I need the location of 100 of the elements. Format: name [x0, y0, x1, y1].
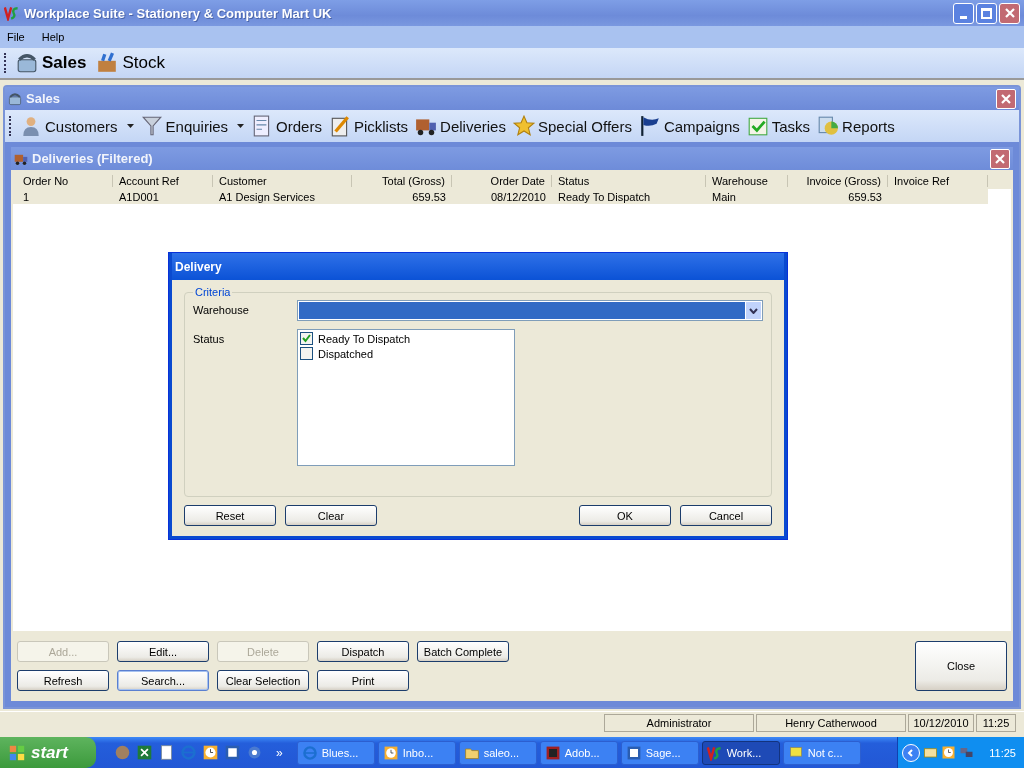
chart-icon [817, 115, 840, 137]
taskbar-button[interactable]: Work... [701, 740, 780, 765]
module-tab[interactable]: Sales [14, 52, 89, 74]
clock: 11:25 [989, 746, 1016, 759]
restore-button[interactable] [976, 2, 997, 24]
checkbox-label[interactable]: Dispatched [318, 347, 374, 360]
dialog-button[interactable]: Reset [184, 505, 276, 526]
panel-title: Sales [26, 91, 61, 106]
globe-icon [301, 744, 318, 761]
menu-item[interactable]: Help [41, 31, 65, 43]
toolbar-button[interactable]: Orders [251, 115, 322, 137]
toolbar-button[interactable]: Customers [20, 115, 134, 137]
action-button[interactable]: Dispatch [317, 641, 409, 662]
star-icon [512, 115, 535, 137]
dropdown-icon[interactable] [746, 302, 761, 319]
box-icon [96, 52, 119, 74]
dialog-button[interactable]: Clear [285, 505, 377, 526]
taskbar-button[interactable]: Adob... [539, 740, 618, 765]
taskbar-button[interactable]: Inbo... [377, 740, 456, 765]
calendar-check-icon [746, 115, 769, 137]
dropdown-icon[interactable] [126, 124, 134, 128]
close-icon [1003, 7, 1016, 19]
clock-icon [202, 744, 219, 761]
toolbar-button[interactable]: Tasks [746, 115, 811, 137]
close-button[interactable] [990, 148, 1010, 169]
windows-flag-icon [8, 743, 26, 762]
column-header[interactable]: Order Date [452, 174, 552, 187]
dialog-button[interactable]: OK [579, 505, 671, 526]
table-cell: 08/12/2010 [490, 190, 546, 203]
logo-icon [706, 744, 723, 761]
taskbar-button[interactable]: Blues... [296, 740, 375, 765]
close-button[interactable] [996, 88, 1016, 109]
table-cell: 659.53 [848, 190, 882, 203]
warehouse-dropdown[interactable] [297, 300, 763, 321]
app-logo-icon [4, 5, 20, 21]
close-icon [994, 152, 1006, 165]
column-header[interactable]: Account Ref [113, 174, 213, 187]
column-header[interactable]: Customer [213, 174, 352, 187]
table-cell: Main [712, 190, 736, 203]
window-title: Workplace Suite - Stationery & Computer Mart UK [24, 5, 333, 21]
expand-button[interactable] [902, 743, 921, 762]
dropdown-icon[interactable] [237, 124, 245, 128]
close-button[interactable]: Close [915, 641, 1007, 691]
quick-launch-button[interactable] [158, 744, 175, 761]
column-header[interactable]: Invoice Ref [888, 174, 988, 187]
quick-launch-button[interactable] [202, 744, 219, 761]
checkbox[interactable] [300, 332, 313, 345]
table-cell: A1D001 [119, 190, 159, 203]
chevron-button[interactable]: » [276, 745, 283, 760]
spreadsheet-icon [136, 744, 153, 761]
toolbar-button[interactable]: Campaigns [638, 115, 740, 137]
document-icon [158, 744, 175, 761]
toolbar-button[interactable]: Reports [817, 115, 895, 137]
mail-icon [923, 745, 939, 760]
action-button[interactable]: Search... [117, 670, 209, 691]
dialog-title: Delivery [175, 259, 222, 274]
toolbar-button[interactable]: Special Offers [512, 115, 632, 137]
checkbox[interactable] [300, 347, 313, 360]
action-button[interactable]: Clear Selection [217, 670, 309, 691]
table-cell: 1 [23, 190, 30, 203]
column-header[interactable]: Order No [17, 174, 113, 187]
field-label: Warehouse [193, 303, 250, 316]
column-header[interactable]: Status [552, 174, 706, 187]
clock-icon [382, 744, 399, 761]
group-label: Criteria [194, 286, 232, 298]
table-cell: A1 Design Services [219, 190, 315, 203]
action-button[interactable]: Refresh [17, 670, 109, 691]
close-button[interactable] [999, 2, 1020, 24]
column-header[interactable]: Invoice (Gross) [788, 174, 888, 187]
table-cell: Ready To Dispatch [558, 190, 651, 203]
table-row[interactable]: 1 A1D001 A1 Design Services 659.53 08/12/2010 Ready To Dispatch Main 659.53 [13, 189, 988, 204]
funnel-icon [140, 115, 163, 137]
action-button[interactable]: Edit... [117, 641, 209, 662]
taskbar-button[interactable]: Sage... [620, 740, 699, 765]
dialog-button[interactable]: Cancel [680, 505, 772, 526]
status-cell: Henry Catherwood [756, 714, 906, 732]
checkbox-label[interactable]: Ready To Dispatch [318, 332, 411, 345]
toolbar-button[interactable]: Enquiries [140, 115, 245, 137]
menu-item[interactable]: File [7, 31, 25, 43]
field-label: Status [193, 332, 226, 345]
close-icon [1000, 92, 1012, 105]
panel-title: Deliveries (Filtered) [32, 151, 154, 166]
person-icon [20, 115, 42, 137]
module-tab[interactable]: Stock [94, 52, 167, 74]
table-cell: 659.53 [412, 190, 446, 203]
column-header[interactable]: Total (Gross) [352, 174, 452, 187]
network-icon [959, 745, 975, 760]
toolbar-button[interactable]: Picklists [328, 115, 409, 137]
quick-launch-button[interactable] [136, 744, 153, 761]
minimize-button[interactable] [953, 2, 974, 24]
action-button[interactable]: Print [317, 670, 409, 691]
taskbar-button[interactable]: Not c... [782, 740, 861, 765]
toolbar-button[interactable]: Deliveries [415, 115, 506, 137]
status-cell: Administrator [604, 714, 754, 732]
taskbar-button[interactable]: saleo... [458, 740, 537, 765]
status-cell: 11:25 [976, 714, 1016, 732]
column-header[interactable]: Warehouse [706, 174, 788, 187]
flag-icon [638, 115, 661, 137]
action-button[interactable]: Batch Complete [417, 641, 509, 662]
status-cell: 10/12/2010 [908, 714, 974, 732]
